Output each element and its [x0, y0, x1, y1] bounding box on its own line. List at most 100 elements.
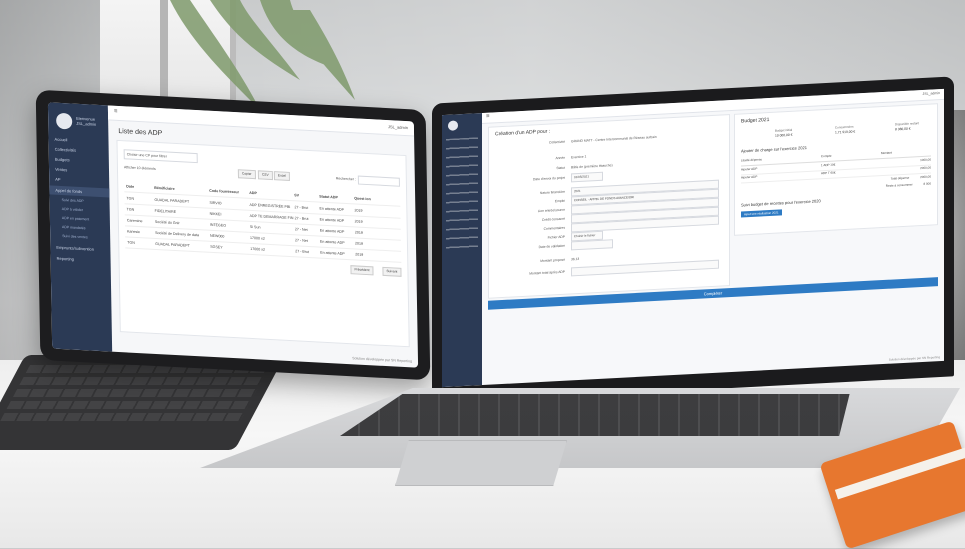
- table-cell: SGSEY: [210, 244, 223, 250]
- table-cell: En attente ADP: [319, 206, 345, 212]
- page-title: Liste des ADP: [118, 127, 163, 138]
- table-cell: 1 ADP 10€: [821, 162, 836, 168]
- table-cell: 2019: [354, 230, 363, 235]
- table-cell: 27 - Brut: [294, 216, 309, 221]
- section-title: Suivi budget de recettes pour l'exercice…: [741, 198, 821, 208]
- table-cell: Ajouter ADP: [741, 174, 758, 180]
- column-header: Montant: [881, 150, 892, 156]
- menu-icon[interactable]: ≡: [486, 114, 490, 120]
- table-cell: En attente ADP: [319, 228, 345, 234]
- field-value: Bâtis de (première ébauche): [571, 163, 613, 170]
- field-label: Statut: [556, 165, 565, 171]
- table-cell: GUADAL PARADEPT: [155, 241, 191, 248]
- table-cell: 27 - Brut: [294, 205, 309, 210]
- column-header[interactable]: Bénéficiaire: [154, 186, 174, 191]
- table-cell: SIRVIO: [209, 200, 222, 206]
- date-input[interactable]: 01/05/2021: [571, 171, 603, 183]
- total-row: Reste à consommer 8 000: [886, 182, 931, 188]
- copy-button[interactable]: Copier: [237, 169, 256, 180]
- laptop-device: ≡ JSL_admin Création d'un ADP pour : Col…: [432, 76, 954, 404]
- table-cell: GUADAL PARADEPT: [154, 197, 190, 204]
- column-header[interactable]: ADP: [249, 191, 257, 195]
- total-value: 2000,00: [920, 174, 931, 180]
- column-header: Compte: [821, 153, 832, 159]
- filter-select[interactable]: Choisir une CP pour filtrer: [123, 149, 198, 164]
- sidebar-item-emprunts[interactable]: Emprunts/subvention: [56, 245, 94, 252]
- total-label: Reste à consommer: [885, 182, 913, 188]
- table-cell: NIKKEI: [209, 211, 222, 217]
- logo-icon: [56, 112, 73, 130]
- form-title: Création d'un ADP pour :: [495, 128, 551, 138]
- validation-date-input[interactable]: [571, 239, 613, 251]
- column-header: Libellé dépense: [741, 157, 763, 163]
- table-cell: 17000 x2: [249, 235, 265, 241]
- key-row: [12, 389, 258, 397]
- excel-button[interactable]: Excel: [273, 171, 291, 181]
- field-label: Montant proposé: [540, 257, 565, 264]
- show-entries[interactable]: Afficher 10 éléments: [124, 165, 156, 171]
- sidebar: Bienvenue JSL_admin Accueil Collectivité…: [47, 102, 113, 352]
- table-cell: Société du Gnir: [154, 219, 180, 226]
- table-cell: Société de Delivery de data: [155, 230, 200, 238]
- search-input[interactable]: [357, 175, 400, 187]
- adp-form-panel: Création d'un ADP pour : Collectivité GRA…: [488, 114, 730, 299]
- sidebar-subitem-adp-valider[interactable]: ADP à valider: [62, 207, 83, 212]
- key-row: [0, 413, 245, 421]
- column-header[interactable]: Statut ADP: [319, 195, 338, 200]
- table-cell: 2019: [354, 208, 363, 213]
- table-cell: 2019: [354, 241, 364, 246]
- table-cell: ADP T 60€: [821, 170, 836, 176]
- next-page-button[interactable]: Suivant: [382, 266, 402, 277]
- table-cell: 2019: [355, 252, 364, 257]
- table-cell: TGN: [126, 207, 135, 212]
- tablet-screen: Bienvenue JSL_admin Accueil Collectivité…: [47, 102, 419, 368]
- sidebar-item-list: [446, 137, 478, 249]
- column-header[interactable]: Date: [126, 184, 134, 188]
- budget-title: Budget 2021: [741, 116, 770, 125]
- table-cell: 2000,00: [920, 165, 931, 171]
- table-cell: ADP ENREGISTRÉE PBI: [249, 202, 291, 210]
- previous-page-button[interactable]: Précédent: [350, 265, 374, 276]
- field-value: 36.13: [571, 256, 580, 262]
- field-label: Date d'envoi du projet: [533, 175, 565, 182]
- menu-icon[interactable]: ≡: [114, 109, 118, 115]
- table-cell: Caremine: [126, 218, 143, 224]
- table-cell: 27 - Brut: [295, 249, 310, 254]
- table-cell: 2019: [354, 219, 363, 224]
- adp-list-panel: Choisir une CP pour filtrer Afficher 10 …: [116, 139, 410, 348]
- sidebar-subitem-suivi-ventes[interactable]: Suivi des ventes: [62, 234, 88, 239]
- footer-note: Solution développée par SN Reporting: [352, 356, 413, 364]
- footer-note: Solution développée par SN Reporting: [888, 355, 940, 362]
- budget-stat-label: Disponible restant: [895, 121, 920, 127]
- sidebar-item-ap[interactable]: AP: [55, 177, 60, 182]
- table-cell: Ajouter ADP: [741, 166, 758, 172]
- total-value: 8 000: [923, 181, 931, 186]
- budget-stat-value: 1,71 919,00 €: [835, 129, 856, 135]
- csv-button[interactable]: CSV: [257, 170, 273, 181]
- column-header[interactable]: SV: [294, 193, 299, 197]
- user-menu[interactable]: JSL_admin: [922, 91, 940, 96]
- table-cell: En attente ADP: [320, 250, 345, 256]
- column-header[interactable]: Code fournisseur: [209, 189, 239, 195]
- sidebar-subitem-adp-mandates[interactable]: ADP mandatés: [62, 225, 86, 230]
- sidebar-subitem-adp-paiement[interactable]: ADP en paiement: [62, 216, 89, 221]
- sidebar-item-reporting[interactable]: Reporting: [57, 256, 74, 262]
- table-cell: 1000,00: [920, 157, 931, 163]
- table-cell: En attente ADP: [319, 239, 345, 245]
- add-realisation-button[interactable]: Ajout une réalisation 2021: [741, 209, 782, 218]
- user-menu[interactable]: JSL_admin: [388, 124, 408, 130]
- field-label: Collectivité: [549, 139, 565, 145]
- table-cell: En attente ADP: [319, 217, 345, 223]
- sidebar-item-budgets[interactable]: Budgets: [55, 157, 70, 163]
- sidebar-item-collectivites[interactable]: Collectivités: [55, 147, 76, 153]
- tablet-device: Bienvenue JSL_admin Accueil Collectivité…: [35, 89, 431, 381]
- field-value: GRAND MATT - Centre Intercommunal de Rés…: [571, 134, 657, 144]
- key-row: [19, 377, 264, 385]
- sidebar-subitem-suivi-adp[interactable]: Suivi des ADP: [62, 198, 84, 203]
- column-header[interactable]: Quest ion: [354, 196, 371, 201]
- sidebar-item-ventes[interactable]: Ventes: [55, 167, 67, 173]
- main-content: ≡ JSL_admin Création d'un ADP pour : Col…: [482, 88, 944, 385]
- table-cell: FIDELITAIRE: [154, 208, 177, 215]
- total-label: Total dépense: [890, 175, 910, 181]
- sidebar-item-accueil[interactable]: Accueil: [54, 137, 67, 143]
